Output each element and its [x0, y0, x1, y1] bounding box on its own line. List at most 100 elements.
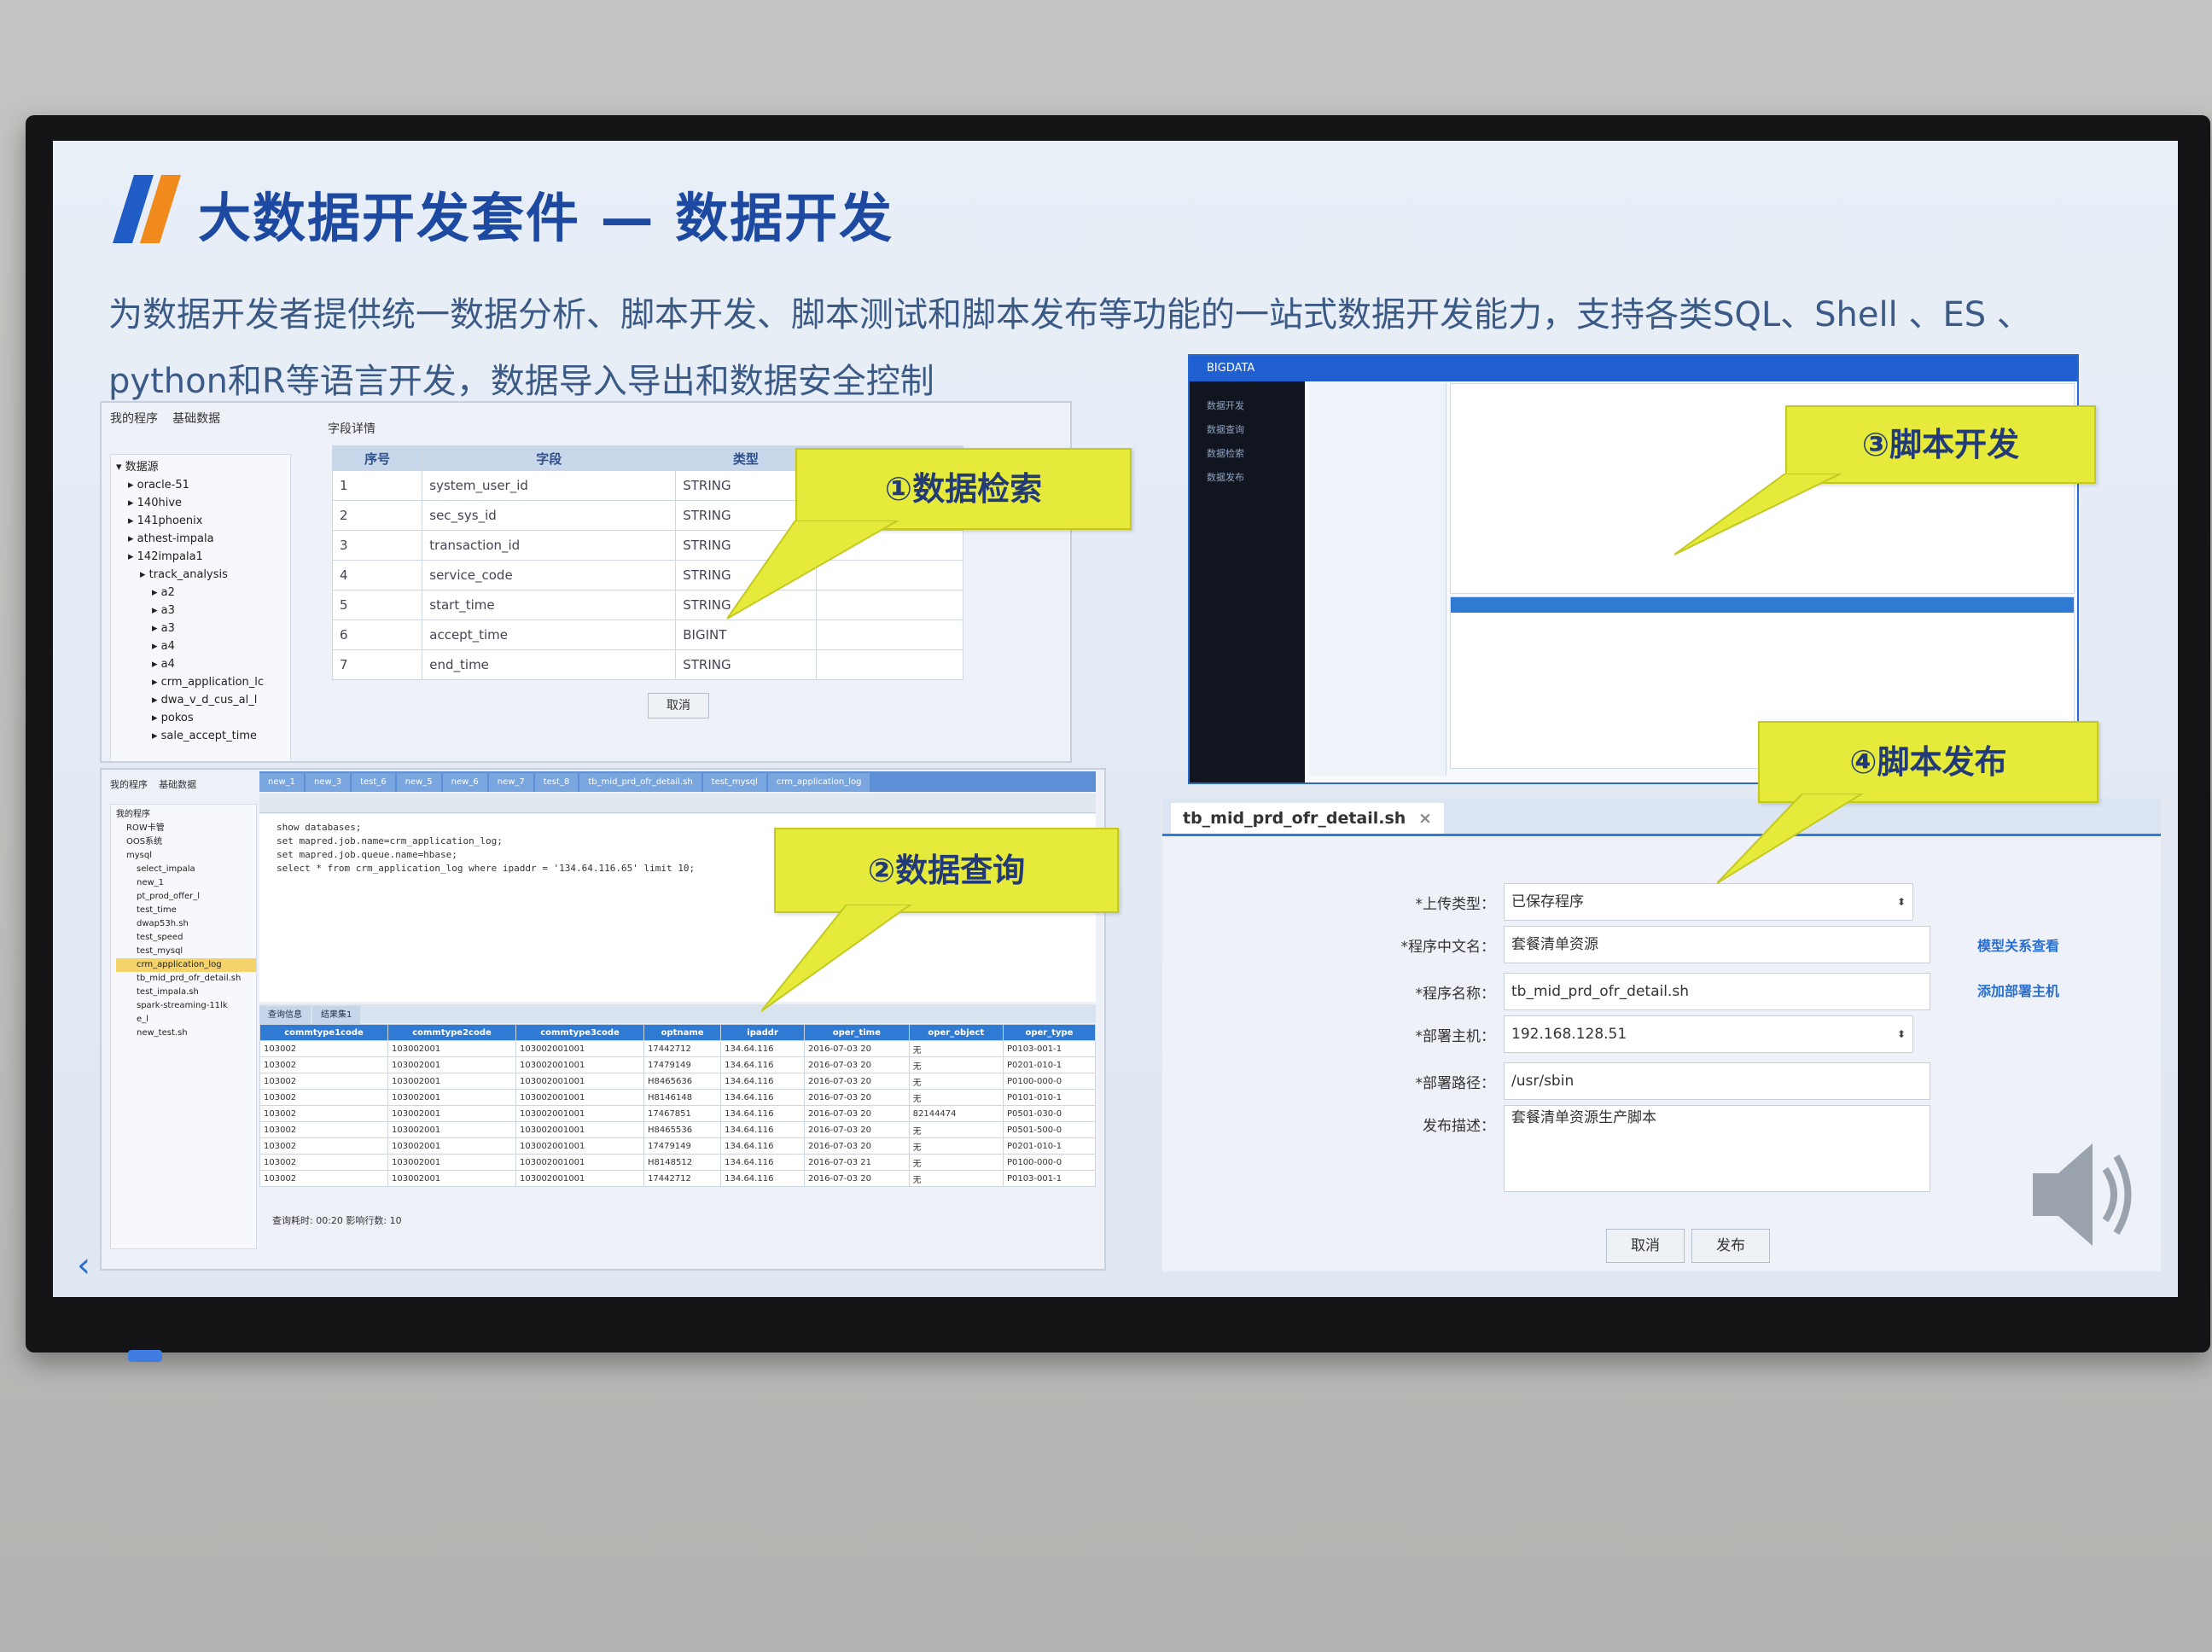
publish-cancel-button[interactable]: 取消	[1606, 1229, 1685, 1263]
table-cell: H8465536	[643, 1121, 722, 1138]
tree-node[interactable]: ▸ pokos	[116, 709, 290, 727]
tree-node[interactable]: ▸ athest-impala	[116, 530, 290, 548]
column-header[interactable]: optname	[643, 1024, 722, 1041]
table-row[interactable]: 103002 103002001 103002001001 17467851 134.6…	[259, 1105, 1097, 1122]
tree-node[interactable]: tb_mid_prd_ofr_detail.sh	[116, 972, 256, 986]
table-cell: 134.64.116	[720, 1040, 806, 1057]
table-cell	[815, 649, 964, 680]
editor-tab[interactable]: new_7	[488, 773, 533, 792]
tree-node[interactable]: ▸ 141phoenix	[116, 512, 290, 530]
table-row[interactable]: 103002 103002001 103002001001 17442712 134.6…	[259, 1170, 1097, 1187]
editor-tab[interactable]: new_6	[442, 773, 487, 792]
column-header[interactable]: oper_object	[908, 1024, 1004, 1041]
editor-tab[interactable]: test_mysql	[702, 773, 766, 792]
table-row[interactable]: 6 accept_time BIGINT	[331, 620, 964, 650]
close-icon[interactable]: ×	[1418, 809, 1432, 828]
editor-tab[interactable]: test_8	[534, 773, 579, 792]
tree-node[interactable]: dwap53h.sh	[116, 917, 256, 931]
form-input[interactable]: tb_mid_prd_ofr_detail.sh	[1504, 973, 1930, 1010]
tree-node[interactable]: new_1	[116, 876, 256, 890]
tree-node[interactable]: test_mysql	[116, 945, 256, 958]
prev-arrow-icon[interactable]: ‹	[77, 1246, 90, 1285]
editor-tab-bar: new_1 new_3 test_6 new_5 new_6 new_7 test_8 tb_…	[259, 771, 1096, 792]
sidebar-menu-item[interactable]: 数据发布	[1207, 470, 1305, 494]
tree-node[interactable]: select_impala	[116, 863, 256, 876]
tree-node[interactable]: ▾ 数据源	[116, 458, 290, 476]
tree-node[interactable]: ▸ dwa_v_d_cus_al_l	[116, 691, 290, 709]
editor-tab[interactable]: crm_application_log	[767, 773, 870, 792]
sidebar-menu-item[interactable]: 数据查询	[1207, 422, 1305, 446]
table-cell: 103002	[259, 1137, 388, 1155]
sidebar-menu-item[interactable]: 数据开发	[1207, 398, 1305, 422]
column-header[interactable]: oper_type	[1002, 1024, 1097, 1041]
tab-my-programs[interactable]: 我的程序	[110, 412, 158, 426]
table-cell: 无	[908, 1089, 1004, 1106]
chevron-down-icon: ⬍	[1896, 896, 1906, 908]
table-row[interactable]: 103002 103002001 103002001001 H8465636 134.6…	[259, 1073, 1097, 1090]
tree-node[interactable]: ▸ a3	[116, 620, 290, 637]
column-header[interactable]: oper_time	[804, 1024, 910, 1041]
tree-node[interactable]: test_time	[116, 904, 256, 917]
table-row[interactable]: 103002 103002001 103002001001 H8146148 134.6…	[259, 1089, 1097, 1106]
tab-base-data[interactable]: 基础数据	[172, 412, 220, 426]
retrieval-cancel-button[interactable]: 取消	[648, 693, 709, 718]
tree-node[interactable]: ROW卡管	[116, 822, 256, 835]
result-tab[interactable]: 查询信息	[259, 1006, 311, 1025]
column-header[interactable]: commtype2code	[387, 1024, 516, 1041]
editor-tab[interactable]: new_3	[306, 773, 351, 792]
table-row[interactable]: 103002 103002001 103002001001 H8465536 134.6…	[259, 1121, 1097, 1138]
form-label: *部署主机：	[1415, 1028, 1496, 1045]
editor-tab[interactable]: new_1	[259, 773, 305, 792]
table-row[interactable]: 103002 103002001 103002001001 17442712 134.6…	[259, 1040, 1097, 1057]
tree-node[interactable]: ▸ oracle-51	[116, 476, 290, 494]
tree-node[interactable]: ▸ a4	[116, 655, 290, 673]
form-select[interactable]: 192.168.128.51 ⬍	[1504, 1015, 1913, 1053]
table-cell: 134.64.116	[720, 1089, 806, 1106]
column-header[interactable]: ipaddr	[720, 1024, 806, 1041]
form-select[interactable]: 已保存程序 ⬍	[1504, 883, 1913, 921]
tree-node[interactable]: new_test.sh	[116, 1027, 256, 1040]
tree-node[interactable]: ▸ a3	[116, 602, 290, 620]
tree-node[interactable]: mysql	[116, 849, 256, 863]
publish-submit-button[interactable]: 发布	[1691, 1229, 1770, 1263]
tree-node[interactable]: ▸ a4	[116, 637, 290, 655]
sidebar-menu-item[interactable]: 数据检索	[1207, 446, 1305, 470]
publish-file-tab[interactable]: tb_mid_prd_ofr_detail.sh ×	[1171, 803, 1444, 834]
column-header[interactable]: commtype3code	[515, 1024, 644, 1041]
tree-node[interactable]: spark-streaming-11lk	[116, 999, 256, 1013]
tree-node[interactable]: ▸ 140hive	[116, 494, 290, 512]
tab-base-data-2[interactable]: 基础数据	[159, 779, 196, 790]
tab-my-programs-2[interactable]: 我的程序	[110, 779, 148, 790]
tree-node[interactable]: ▸ 142impala1	[116, 548, 290, 566]
table-cell: 103002001	[387, 1105, 516, 1122]
tree-node[interactable]: crm_application_log	[116, 958, 256, 972]
table-row[interactable]: 7 end_time STRING	[331, 649, 964, 680]
table-row[interactable]: 103002 103002001 103002001001 17479149 134.6…	[259, 1137, 1097, 1155]
column-header[interactable]: commtype1code	[259, 1024, 388, 1041]
add-host-link[interactable]: 添加部署主机	[1977, 980, 2059, 1000]
tree-node[interactable]: 我的程序	[116, 808, 256, 822]
tree-node[interactable]: ▸ track_analysis	[116, 566, 290, 584]
tree-node[interactable]: ▸ sale_accept_time	[116, 727, 290, 745]
table-cell: 17442712	[643, 1040, 722, 1057]
editor-tab[interactable]: tb_mid_prd_ofr_detail.sh	[579, 773, 701, 792]
tree-node[interactable]: test_speed	[116, 931, 256, 945]
table-cell: accept_time	[422, 620, 677, 650]
table-row[interactable]: 103002 103002001 103002001001 H8148512 134.6…	[259, 1154, 1097, 1171]
tree-node[interactable]: OOS系统	[116, 835, 256, 849]
tree-node[interactable]: ▸ a2	[116, 584, 290, 602]
table-row[interactable]: 103002 103002001 103002001001 17479149 134.6…	[259, 1056, 1097, 1073]
model-relation-link[interactable]: 模型关系查看	[1977, 934, 2059, 955]
editor-tab[interactable]: test_6	[352, 773, 395, 792]
form-input[interactable]: /usr/sbin	[1504, 1062, 1930, 1100]
tree-node[interactable]: pt_prod_offer_l	[116, 890, 256, 904]
table-cell: 134.64.116	[720, 1105, 806, 1122]
tree-node[interactable]: e_l	[116, 1013, 256, 1027]
result-tab[interactable]: 结果集1	[312, 1006, 361, 1025]
form-input[interactable]: 套餐清单资源	[1504, 926, 1930, 963]
table-cell: sec_sys_id	[422, 500, 677, 531]
editor-tab[interactable]: new_5	[396, 773, 441, 792]
tree-node[interactable]: ▸ crm_application_lc	[116, 673, 290, 691]
tree-node[interactable]: test_impala.sh	[116, 986, 256, 999]
form-input[interactable]: 套餐清单资源生产脚本	[1504, 1105, 1930, 1192]
